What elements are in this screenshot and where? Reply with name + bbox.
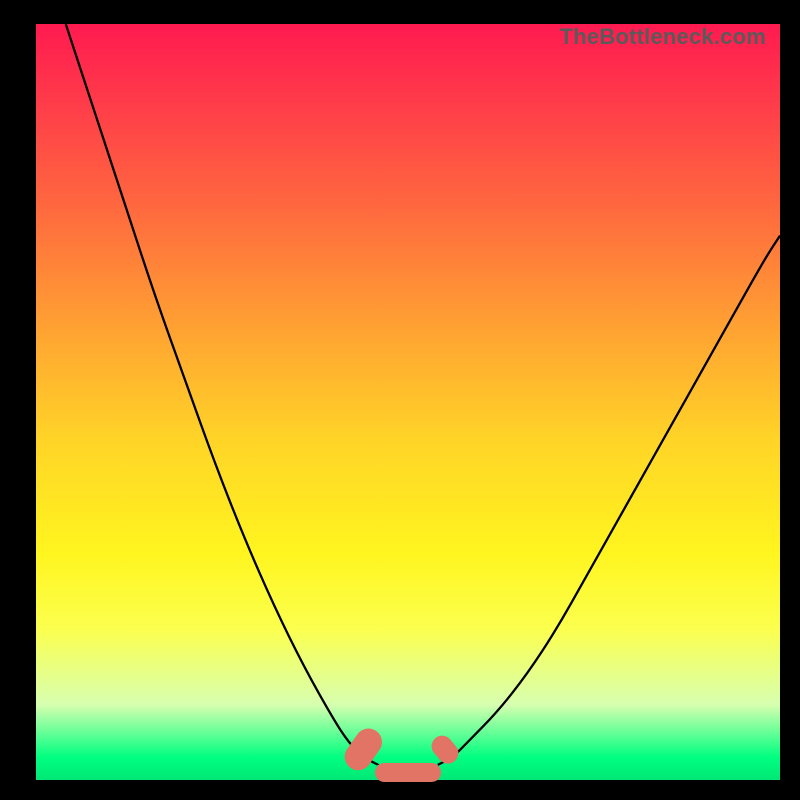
chart-plot-area: TheBottleneck.com <box>36 24 780 780</box>
marker-bottom-blob <box>375 763 442 781</box>
left-curve <box>66 24 378 765</box>
chart-lines <box>36 24 780 780</box>
right-curve <box>438 236 780 765</box>
